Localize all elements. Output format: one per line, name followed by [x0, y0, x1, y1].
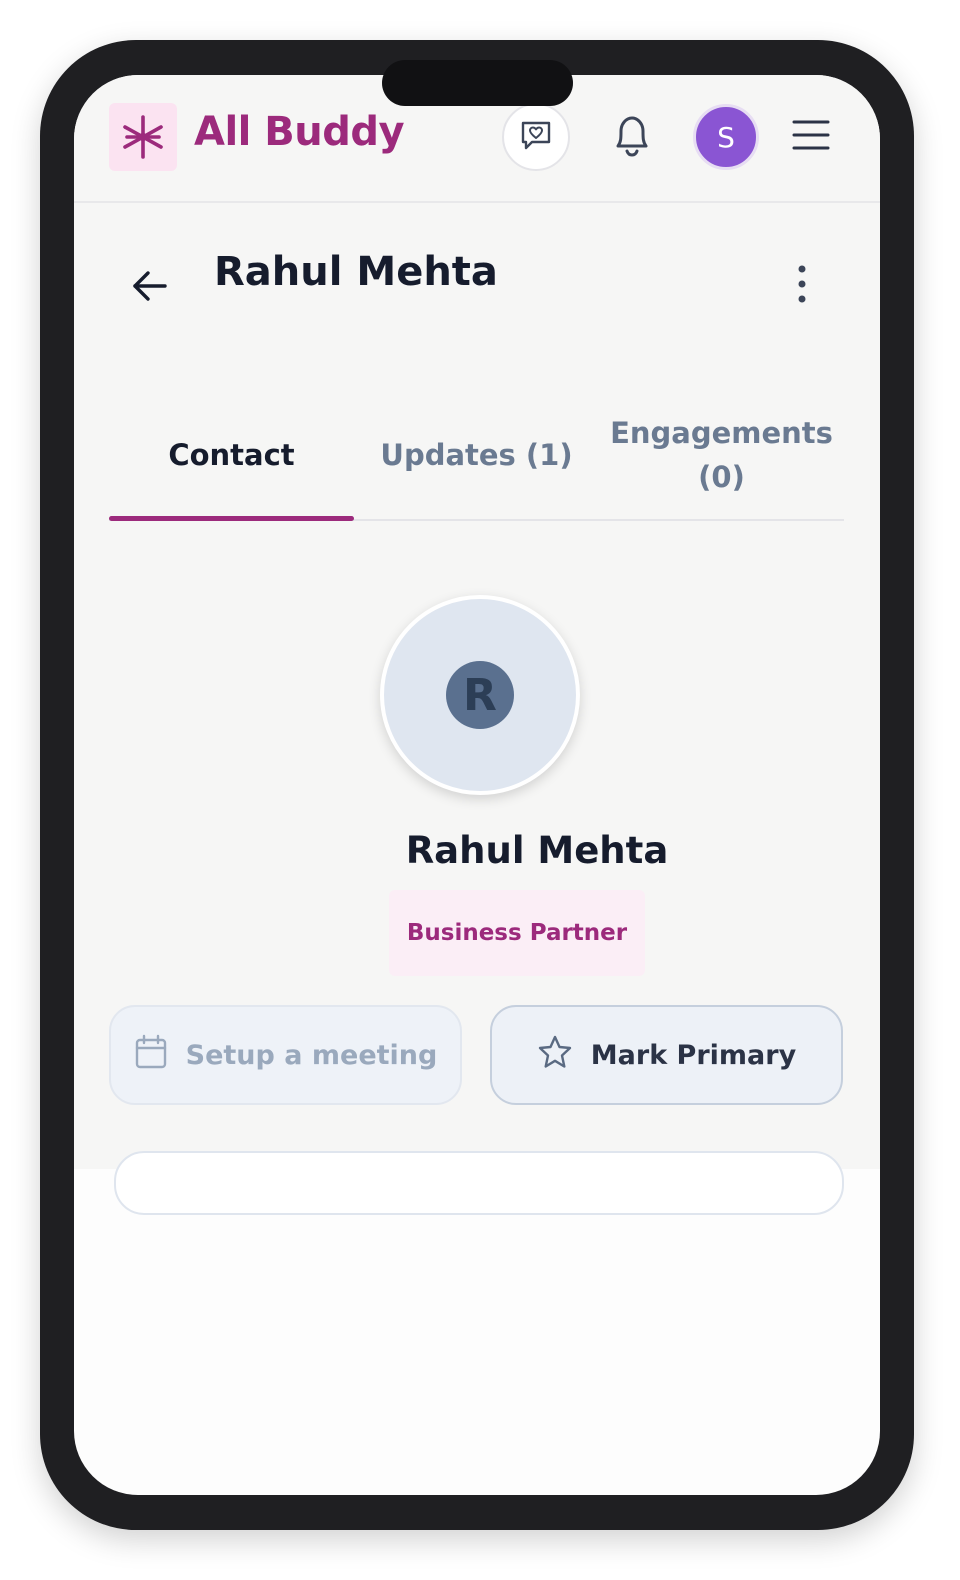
hamburger-menu-icon — [791, 117, 831, 157]
phone-screen: All Buddy S Rahul Mehta Contact Updates … — [74, 75, 880, 1495]
page-title: Rahul Mehta — [214, 249, 498, 295]
bell-icon — [609, 110, 655, 164]
details-card — [114, 1151, 844, 1215]
mark-primary-label: Mark Primary — [590, 1039, 797, 1071]
mark-primary-button[interactable]: Mark Primary — [490, 1005, 843, 1105]
notifications-button[interactable] — [600, 105, 664, 169]
profile-initial: R — [446, 661, 514, 729]
calendar-icon — [134, 1034, 168, 1077]
back-button[interactable] — [124, 263, 174, 313]
star-icon — [537, 1034, 573, 1077]
tab-label: Engagements (0) — [610, 416, 833, 494]
kebab-menu-icon — [796, 264, 808, 308]
profile-photo[interactable]: R — [380, 595, 580, 795]
chat-button[interactable] — [502, 103, 570, 171]
app-content: All Buddy S Rahul Mehta Contact Updates … — [74, 75, 880, 1215]
tab-engagements[interactable]: Engagements (0) — [599, 393, 844, 517]
tab-label: Contact — [168, 438, 295, 472]
brand-name[interactable]: All Buddy — [194, 109, 405, 155]
active-tab-indicator — [109, 516, 354, 521]
tab-updates[interactable]: Updates (1) — [354, 393, 599, 517]
tab-bar: Contact Updates (1) Engagements (0) — [109, 393, 844, 521]
tab-label: Updates (1) — [380, 438, 573, 472]
setup-meeting-label: Setup a meeting — [185, 1039, 438, 1071]
contact-name: Rahul Mehta — [405, 829, 669, 872]
chat-heart-icon — [518, 117, 554, 157]
role-badge: Business Partner — [389, 890, 645, 976]
menu-button[interactable] — [786, 113, 836, 161]
user-avatar[interactable]: S — [693, 104, 759, 170]
tab-contact[interactable]: Contact — [109, 393, 354, 517]
avatar-initial: S — [717, 120, 735, 154]
more-options-button[interactable] — [782, 261, 822, 311]
arrow-left-icon — [129, 266, 169, 310]
logo-icon[interactable] — [109, 103, 177, 171]
phone-notch — [382, 60, 573, 106]
setup-meeting-button[interactable]: Setup a meeting — [109, 1005, 462, 1105]
